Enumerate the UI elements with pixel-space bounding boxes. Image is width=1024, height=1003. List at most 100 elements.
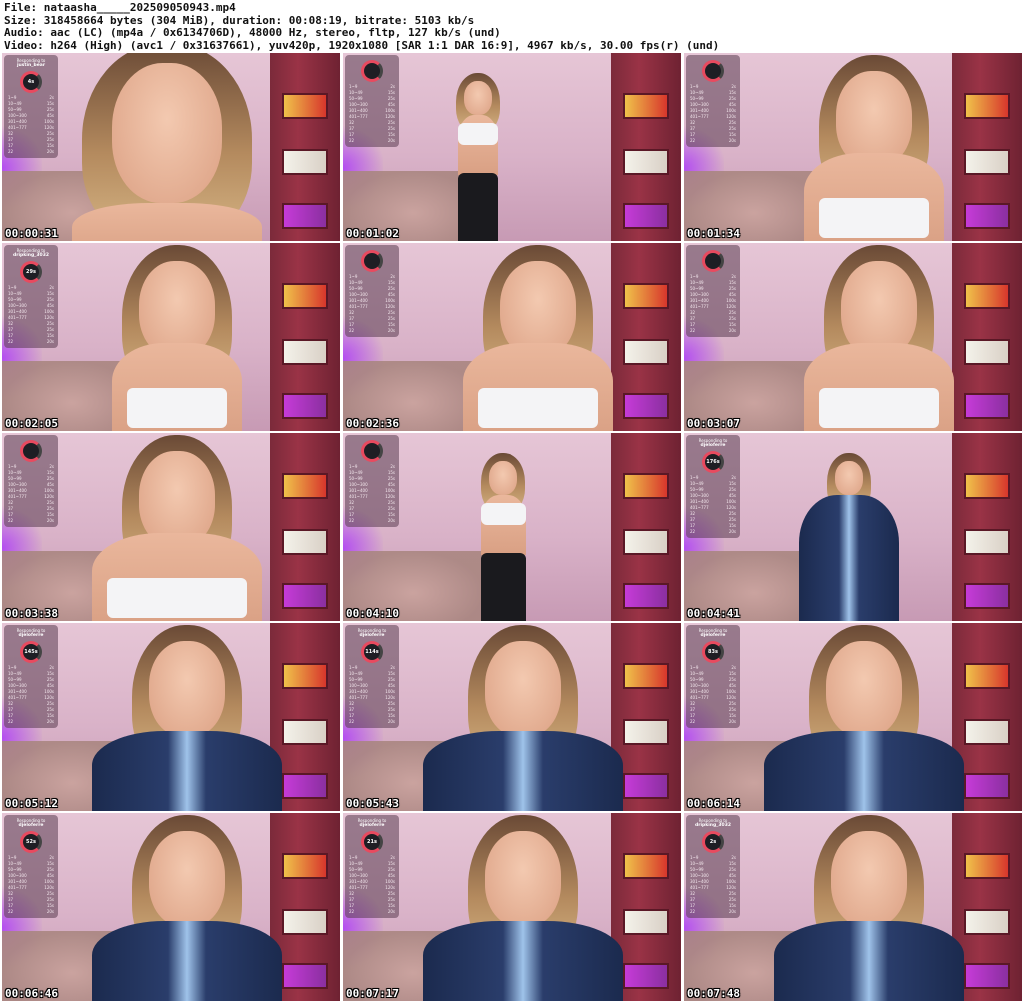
file-name: File: nataasha_____202509050943.mp4	[4, 1, 236, 14]
timer-ring	[361, 250, 383, 272]
tip-menu-overlay: Responding to justin_bear 4s 1~9 2s 10~49 15s 5…	[4, 55, 58, 158]
menu-row: 22 20s	[688, 328, 738, 334]
menu-row-key: 22	[349, 719, 355, 724]
menu-row-key: 22	[8, 909, 14, 914]
overlay-username: djeloferre	[18, 823, 44, 828]
menu-row: 22 20s	[347, 328, 397, 334]
video-thumbnail: Responding to dripking_3032 29s 1~9 2s 10~49 1…	[2, 243, 340, 431]
menu-row-key: 22	[8, 719, 14, 724]
menu-row-value: 20s	[387, 909, 395, 914]
menu-row-key: 22	[8, 149, 14, 154]
file-info-header: File: nataasha_____202509050943.mp4 Size…	[4, 1, 1020, 52]
video-thumbnail: Responding to djeloferre 21s 1~9 2s 10~49 15s 5…	[343, 813, 681, 1001]
timer-ring: 21s	[361, 831, 383, 853]
timer-value: 21s	[367, 839, 377, 845]
timer-value: 2s	[709, 839, 717, 845]
timer-ring: 176s	[702, 451, 724, 473]
video-thumbnail: Responding to djeloferre 114s 1~9 2s 10~49 15s…	[343, 623, 681, 811]
menu-row-value: 20s	[728, 719, 736, 724]
tip-menu-overlay: 1~9 2s 10~49 15s 50~99 25s 100~300 45s 301~400 10…	[686, 245, 740, 337]
video-thumbnail: 1~9 2s 10~49 15s 50~99 25s 100~300 45s 301~400 10…	[343, 53, 681, 241]
tip-menu-overlay: Responding to dripking_3032 29s 1~9 2s 10~49 1…	[4, 245, 58, 348]
menu-row: 22 20s	[6, 719, 56, 725]
menu-row-value: 20s	[728, 909, 736, 914]
tip-menu-overlay: 1~9 2s 10~49 15s 50~99 25s 100~300 45s 301~400 10…	[686, 55, 740, 147]
menu-row: 22 20s	[688, 529, 738, 535]
video-thumbnail: 1~9 2s 10~49 15s 50~99 25s 100~300 45s 301~400 10…	[343, 243, 681, 431]
overlay-username: djeloferre	[359, 823, 385, 828]
menu-row: 22 20s	[347, 518, 397, 524]
menu-row: 22 20s	[688, 719, 738, 725]
cabinet-door	[611, 53, 681, 241]
timer-value: 114s	[365, 649, 379, 655]
timestamp: 00:06:14	[687, 797, 740, 810]
cabinet-door	[270, 433, 340, 621]
video-thumbnail: 1~9 2s 10~49 15s 50~99 25s 100~300 45s 301~400 10…	[343, 433, 681, 621]
tip-menu-overlay: Responding to djeloferre 83s 1~9 2s 10~49 15s 5…	[686, 625, 740, 728]
tip-menu-overlay: 1~9 2s 10~49 15s 50~99 25s 100~300 45s 301~400 10…	[345, 55, 399, 147]
tip-menu-overlay: Responding to djeloferre 114s 1~9 2s 10~49 15s…	[345, 625, 399, 728]
timer-ring: 52s	[20, 831, 42, 853]
menu-row-value: 20s	[46, 719, 54, 724]
timer-ring: 29s	[20, 261, 42, 283]
menu-row-key: 22	[690, 529, 696, 534]
timestamp: 00:05:43	[346, 797, 399, 810]
menu-row-key: 22	[690, 719, 696, 724]
video-thumbnail: Responding to djeloferre 145s 1~9 2s 10~49 15s…	[2, 623, 340, 811]
overlay-username: djeloferre	[700, 443, 726, 448]
cabinet-door	[952, 433, 1022, 621]
menu-row: 22 20s	[6, 518, 56, 524]
menu-row: 22 20s	[6, 339, 56, 345]
cabinet-door	[952, 53, 1022, 241]
timer-ring: 83s	[702, 641, 724, 663]
overlay-username: djeloferre	[359, 633, 385, 638]
timestamp: 00:01:34	[687, 227, 740, 240]
timestamp: 00:07:17	[346, 987, 399, 1000]
video-thumbnail: Responding to djeloferre 176s 1~9 2s 10~49 15s…	[684, 433, 1022, 621]
video-thumbnail: 1~9 2s 10~49 15s 50~99 25s 100~300 45s 301~400 10…	[684, 243, 1022, 431]
timer-ring: 4s	[20, 71, 42, 93]
menu-row: 22 20s	[347, 719, 397, 725]
timestamp: 00:04:10	[346, 607, 399, 620]
menu-row: 22 20s	[347, 909, 397, 915]
timer-ring: 114s	[361, 641, 383, 663]
menu-row-key: 22	[690, 909, 696, 914]
menu-row-value: 20s	[46, 909, 54, 914]
overlay-username: djeloferre	[700, 633, 726, 638]
timestamp: 00:02:05	[5, 417, 58, 430]
timer-ring	[702, 250, 724, 272]
video-thumbnail: Responding to dripking_3032 2s 1~9 2s 10~49 15…	[684, 813, 1022, 1001]
menu-row-value: 20s	[728, 529, 736, 534]
menu-row-value: 20s	[46, 149, 54, 154]
menu-row: 22 20s	[688, 138, 738, 144]
cabinet-door	[270, 53, 340, 241]
timer-value: 145s	[24, 649, 38, 655]
cabinet-door	[611, 433, 681, 621]
tip-menu-overlay: 1~9 2s 10~49 15s 50~99 25s 100~300 45s 301~400 10…	[345, 245, 399, 337]
timestamp: 00:05:12	[5, 797, 58, 810]
tip-menu-overlay: 1~9 2s 10~49 15s 50~99 25s 100~300 45s 301~400 10…	[345, 435, 399, 527]
menu-row-value: 20s	[728, 328, 736, 333]
timer-ring	[702, 60, 724, 82]
menu-row-key: 22	[349, 328, 355, 333]
timestamp: 00:06:46	[5, 987, 58, 1000]
video-thumbnail: 1~9 2s 10~49 15s 50~99 25s 100~300 45s 301~400 10…	[2, 433, 340, 621]
menu-row-key: 22	[349, 909, 355, 914]
menu-row-value: 20s	[387, 719, 395, 724]
video-thumbnail: Responding to justin_bear 4s 1~9 2s 10~49 15s 5…	[2, 53, 340, 241]
cabinet-door	[611, 243, 681, 431]
timer-value: 4s	[27, 79, 35, 85]
tip-menu-overlay: Responding to djeloferre 52s 1~9 2s 10~49 15s 5…	[4, 815, 58, 918]
timestamp: 00:07:48	[687, 987, 740, 1000]
tip-menu-overlay: Responding to djeloferre 176s 1~9 2s 10~49 15s…	[686, 435, 740, 538]
menu-row-value: 20s	[46, 339, 54, 344]
overlay-username: dripking_3032	[13, 253, 49, 258]
timer-value: 52s	[26, 839, 36, 845]
menu-row-value: 20s	[46, 518, 54, 523]
menu-row-value: 20s	[728, 138, 736, 143]
timestamp: 00:01:02	[346, 227, 399, 240]
overlay-username: dripking_3032	[695, 823, 731, 828]
timer-ring	[361, 440, 383, 462]
timer-ring	[361, 60, 383, 82]
menu-row-key: 22	[8, 339, 14, 344]
